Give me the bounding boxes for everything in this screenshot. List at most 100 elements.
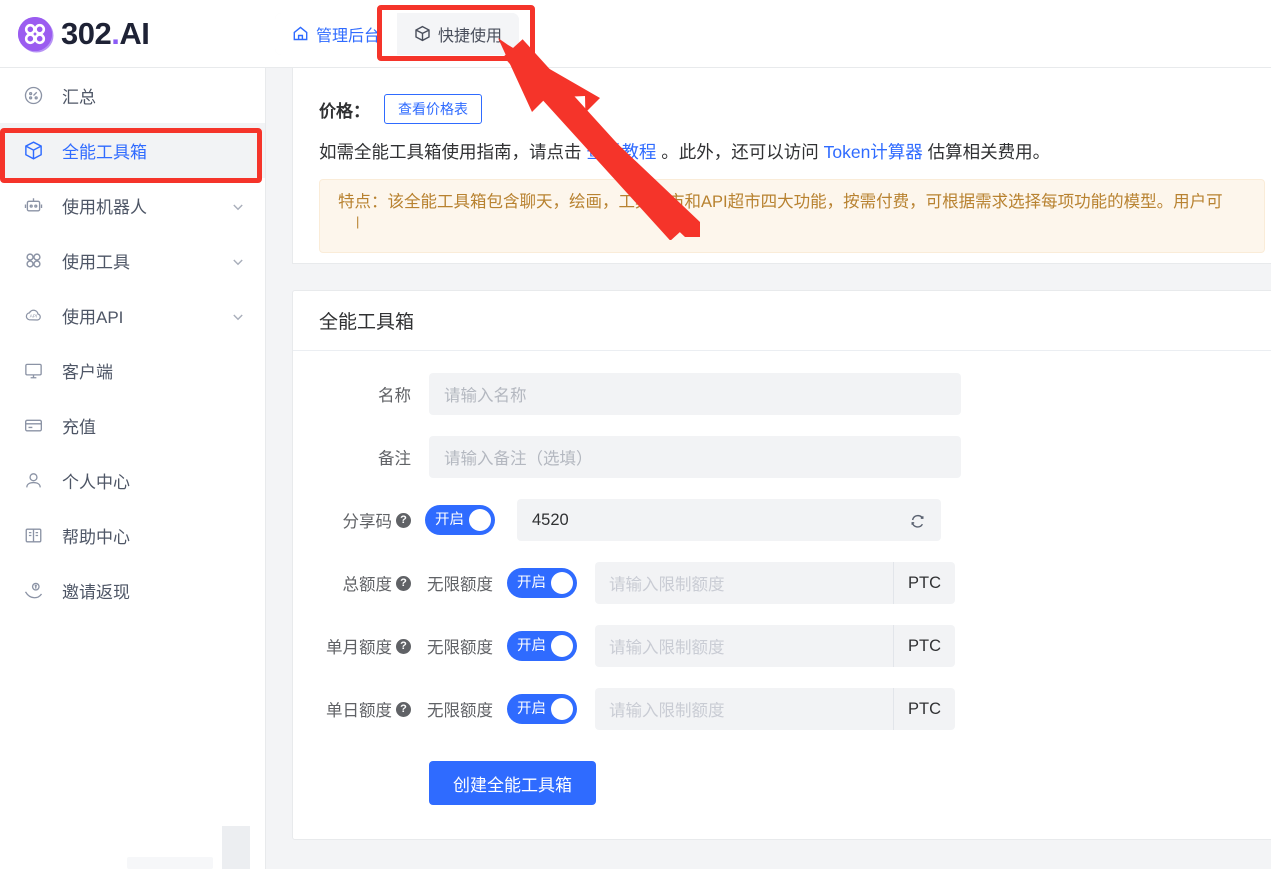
guide-text-part2: 。此外，还可以访问 xyxy=(656,142,824,162)
cube-icon xyxy=(414,25,431,42)
feature-notice-text: 特点：该全能工具箱包含聊天，绘画，工具超市和API超市四大功能，按需付费，可根据… xyxy=(338,193,1223,212)
daily-quota-input-group: 请输入限制额度 PTC xyxy=(595,688,955,730)
share-code-input[interactable]: 4520 xyxy=(517,499,941,541)
book-icon xyxy=(22,525,44,547)
daily-quota-toggle-label: 开启 xyxy=(517,700,546,717)
chevron-down-icon[interactable] xyxy=(231,254,245,268)
feature-notice: 特点：该全能工具箱包含聊天，绘画，工具超市和API超市四大功能，按需付费，可根据… xyxy=(319,179,1265,254)
total-quota-toggle[interactable]: 开启 xyxy=(507,568,577,598)
daily-quota-unit: PTC xyxy=(893,688,955,730)
guide-text-part1: 如需全能工具箱使用指南，请点击 xyxy=(319,142,587,162)
card-icon xyxy=(22,415,44,437)
submit-row: 创建全能工具箱 xyxy=(293,751,1271,805)
clipped-row xyxy=(319,68,1265,81)
monthly-quota-unlimited-label: 无限额度 xyxy=(427,639,493,657)
sidebar-item-invite[interactable]: 邀请返现 xyxy=(0,563,265,618)
daily-quota-label-text: 单日额度 xyxy=(326,702,392,720)
sidebar-item-robot[interactable]: 使用机器人 xyxy=(0,178,265,233)
price-label: 价格： xyxy=(319,101,370,121)
share-code-toggle-label: 开启 xyxy=(435,511,464,528)
toolbox-form-card: 全能工具箱 名称 请输入名称 备注 请输入备注（选填） 分享码 ? 开启 452… xyxy=(292,290,1271,840)
hand-cash-icon xyxy=(22,580,44,602)
remark-input[interactable]: 请输入备注（选填） xyxy=(429,436,961,478)
form-row-daily-quota: 单日额度 ? 无限额度 开启 请输入限制额度 PTC xyxy=(293,688,1271,730)
daily-quota-label: 单日额度 ? xyxy=(315,697,411,721)
help-icon[interactable]: ? xyxy=(396,575,411,591)
token-calculator-link[interactable]: Token计算器 xyxy=(824,142,923,162)
total-quota-label: 总额度 ? xyxy=(315,571,411,595)
daily-quota-toggle[interactable]: 开启 xyxy=(507,694,577,724)
toggle-knob xyxy=(469,509,491,531)
cube-icon xyxy=(22,140,44,162)
sidebar-item-client[interactable]: 客户端 xyxy=(0,343,265,398)
tab-quick-use[interactable]: 快捷使用 xyxy=(397,12,520,55)
view-price-table-button[interactable]: 查看价格表 xyxy=(384,94,482,124)
sidebar-item-api[interactable]: API 使用API xyxy=(0,288,265,343)
remark-input-placeholder: 请输入备注（选填） xyxy=(444,450,593,468)
sidebar-item-tools-label: 使用工具 xyxy=(62,253,130,272)
monitor-icon xyxy=(22,360,44,382)
name-label: 名称 xyxy=(378,387,411,405)
monthly-quota-input[interactable]: 请输入限制额度 xyxy=(595,634,893,658)
notice-cursor: | xyxy=(356,214,360,230)
share-code-label-text: 分享码 xyxy=(342,513,393,531)
tab-admin-console-label: 管理后台 xyxy=(316,27,381,45)
daily-quota-unlimited-label: 无限额度 xyxy=(427,702,493,720)
sidebar-item-summary[interactable]: 汇总 xyxy=(0,68,265,123)
monthly-quota-toggle[interactable]: 开启 xyxy=(507,631,577,661)
tab-admin-console[interactable]: 管理后台 xyxy=(275,12,398,55)
form-row-remark: 备注 请输入备注（选填） xyxy=(293,436,1271,478)
app-root: 302.AI 管理后台 快捷使用 汇总 全能工具箱 使用机器人 使用工具 API… xyxy=(0,0,1271,869)
scrollbar-stub[interactable] xyxy=(127,857,213,869)
share-code-toggle[interactable]: 开启 xyxy=(425,505,495,535)
sidebar-item-summary-label: 汇总 xyxy=(62,88,96,107)
sidebar-item-invite-label: 邀请返现 xyxy=(62,583,130,602)
sidebar-item-profile-label: 个人中心 xyxy=(62,473,130,492)
monthly-quota-label: 单月额度 ? xyxy=(315,634,411,658)
total-quota-unlimited-label: 无限额度 xyxy=(427,576,493,594)
chevron-down-icon[interactable] xyxy=(231,199,245,213)
form-title: 全能工具箱 xyxy=(293,291,1271,351)
monthly-quota-label-text: 单月额度 xyxy=(326,639,392,657)
302ai-logo-icon xyxy=(16,15,54,53)
total-quota-label-text: 总额度 xyxy=(342,576,393,594)
total-quota-input-group: 请输入限制额度 PTC xyxy=(595,562,955,604)
sidebar-item-tools[interactable]: 使用工具 xyxy=(0,233,265,288)
daily-quota-input[interactable]: 请输入限制额度 xyxy=(595,697,893,721)
share-code-label: 分享码 ? xyxy=(315,508,411,532)
sidebar-item-toolbox[interactable]: 全能工具箱 xyxy=(0,123,265,178)
guide-text: 如需全能工具箱使用指南，请点击 查看教程 。此外，还可以访问 Token计算器 … xyxy=(319,137,1265,166)
top-header: 302.AI 管理后台 快捷使用 xyxy=(0,0,1271,68)
create-toolbox-button[interactable]: 创建全能工具箱 xyxy=(429,761,596,805)
name-input[interactable]: 请输入名称 xyxy=(429,373,961,415)
chevron-down-icon[interactable] xyxy=(231,309,245,323)
help-icon[interactable]: ? xyxy=(396,701,411,717)
monthly-quota-input-group: 请输入限制额度 PTC xyxy=(595,625,955,667)
robot-icon xyxy=(22,195,44,217)
vertical-scrollbar[interactable] xyxy=(222,826,250,869)
sidebar: 汇总 全能工具箱 使用机器人 使用工具 API 使用API 客户端 充值 个人中… xyxy=(0,68,266,869)
refresh-icon[interactable] xyxy=(909,512,926,529)
grid-icon xyxy=(22,250,44,272)
sidebar-item-help[interactable]: 帮助中心 xyxy=(0,508,265,563)
help-icon[interactable]: ? xyxy=(396,512,411,528)
tab-quick-use-label: 快捷使用 xyxy=(438,27,503,45)
total-quota-input[interactable]: 请输入限制额度 xyxy=(595,571,893,595)
svg-text:API: API xyxy=(29,314,37,320)
view-tutorial-link[interactable]: 查看教程 xyxy=(586,142,656,162)
form-row-monthly-quota: 单月额度 ? 无限额度 开启 请输入限制额度 PTC xyxy=(293,625,1271,667)
help-icon[interactable]: ? xyxy=(396,638,411,654)
total-quota-toggle-label: 开启 xyxy=(517,574,546,591)
sidebar-item-recharge[interactable]: 充值 xyxy=(0,398,265,453)
total-quota-unit: PTC xyxy=(893,562,955,604)
dashboard-icon xyxy=(22,85,44,107)
sidebar-item-profile[interactable]: 个人中心 xyxy=(0,453,265,508)
form-row-total-quota: 总额度 ? 无限额度 开启 请输入限制额度 PTC xyxy=(293,562,1271,604)
toggle-knob xyxy=(551,572,573,594)
remark-label: 备注 xyxy=(378,450,411,468)
form-row-share-code: 分享码 ? 开启 4520 xyxy=(293,499,1271,541)
header-tabs: 管理后台 快捷使用 xyxy=(275,12,520,55)
guide-text-part3: 估算相关费用。 xyxy=(922,142,1051,162)
sidebar-item-toolbox-label: 全能工具箱 xyxy=(62,143,147,162)
brand-logo[interactable]: 302.AI xyxy=(0,15,270,53)
